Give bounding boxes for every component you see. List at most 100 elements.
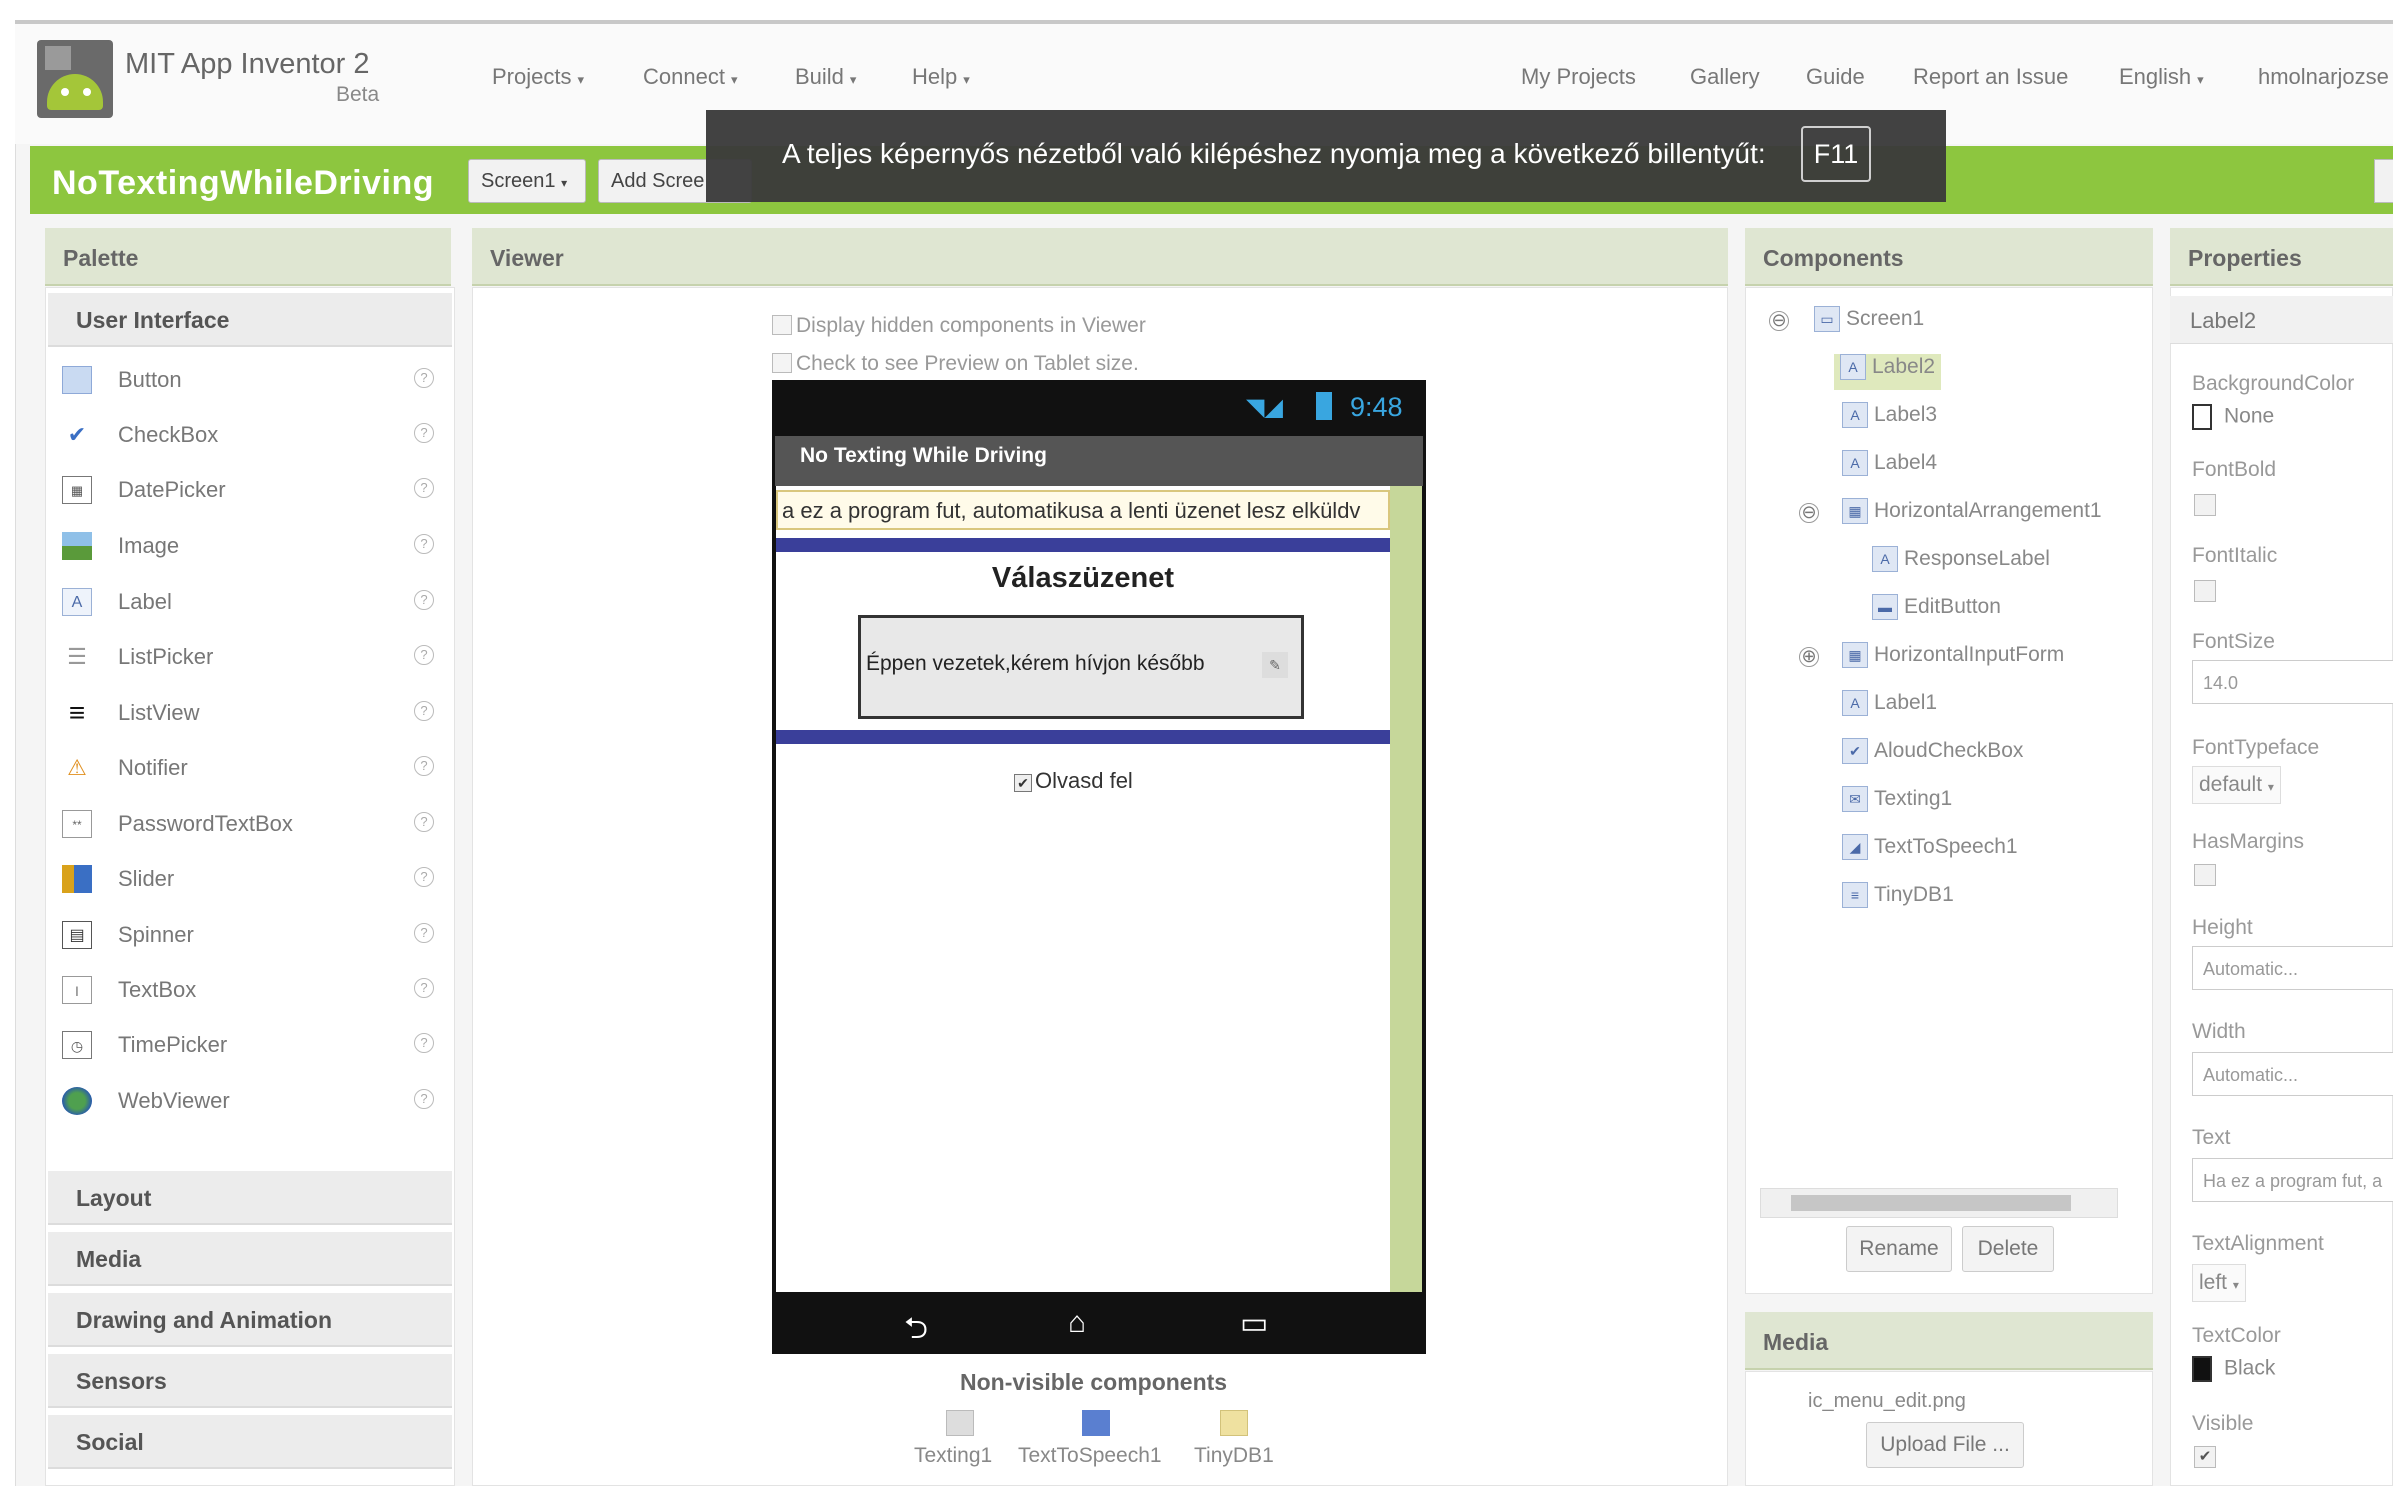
collapse-arrangement-icon[interactable]: ⊖: [1799, 503, 1819, 523]
prop-width-input[interactable]: Automatic...: [2192, 1052, 2393, 1096]
nonvisible-texting1[interactable]: Texting1: [914, 1444, 992, 1468]
palette-section-sensors[interactable]: Sensors: [48, 1354, 452, 1408]
expand-inputform-icon[interactable]: ⊕: [1799, 647, 1819, 667]
nav-my-projects[interactable]: My Projects: [1521, 64, 1636, 90]
display-hidden-checkbox[interactable]: Display hidden components in Viewer: [772, 314, 1146, 338]
tablet-preview-checkbox[interactable]: Check to see Preview on Tablet size.: [772, 352, 1139, 376]
app-inventor-logo-icon[interactable]: [37, 40, 113, 118]
tree-item-screen1[interactable]: ▭ Screen1: [1814, 306, 1924, 342]
palette-section-media[interactable]: Media: [48, 1232, 452, 1286]
phone-scroll-strip: [1390, 486, 1422, 1292]
prop-fontbold-label: FontBold: [2192, 458, 2277, 481]
palette-item-listview[interactable]: ≡ ListView ?: [48, 685, 452, 740]
help-icon[interactable]: ?: [414, 867, 434, 887]
nav-gallery[interactable]: Gallery: [1690, 64, 1760, 90]
upload-file-button[interactable]: Upload File ...: [1866, 1422, 2024, 1468]
prop-backgroundcolor-value[interactable]: None: [2192, 404, 2274, 430]
prop-visible-checkbox[interactable]: ✔: [2194, 1446, 2216, 1468]
tree-item-aloudcheckbox[interactable]: ✔ AloudCheckBox: [1842, 738, 2023, 774]
tree-item-horizontalarrangement1[interactable]: ▦ HorizontalArrangement1: [1842, 498, 2102, 534]
f11-key-badge: F11: [1801, 126, 1871, 182]
palette-item-timepicker[interactable]: ◷ TimePicker ?: [48, 1017, 452, 1072]
palette-section-layout[interactable]: Layout: [48, 1171, 452, 1225]
help-icon[interactable]: ?: [414, 368, 434, 388]
palette-section-user-interface[interactable]: User Interface: [48, 293, 452, 347]
tree-item-tinydb1[interactable]: ≡ TinyDB1: [1842, 882, 1954, 918]
help-icon[interactable]: ?: [414, 812, 434, 832]
tree-item-responselabel[interactable]: A ResponseLabel: [1872, 546, 2050, 582]
chevron-down-icon: ▾: [2232, 1278, 2239, 1292]
nav-language[interactable]: English ▾: [2119, 64, 2204, 90]
nav-user[interactable]: hmolnarjozse: [2258, 64, 2389, 90]
help-icon[interactable]: ?: [414, 756, 434, 776]
menu-connect[interactable]: Connect ▾: [643, 64, 737, 90]
nonvisible-tinydb1[interactable]: TinyDB1: [1194, 1444, 1274, 1468]
app-inventor-page: MIT App Inventor 2 Beta Projects ▾ Connec…: [0, 0, 2393, 1486]
components-horizontal-scrollbar[interactable]: [1760, 1188, 2118, 1218]
screen-select-dropdown[interactable]: Screen1 ▾: [468, 159, 586, 203]
prop-fonttypeface-dropdown[interactable]: default ▾: [2192, 766, 2281, 804]
aloud-checkbox-preview[interactable]: ✔ Olvasd fel: [1014, 768, 1133, 794]
prop-textalignment-dropdown[interactable]: left ▾: [2192, 1264, 2246, 1302]
palette-item-checkbox[interactable]: ✔ CheckBox ?: [48, 407, 452, 462]
prop-fontbold-checkbox[interactable]: [2194, 494, 2216, 516]
delete-button[interactable]: Delete: [1962, 1226, 2054, 1272]
palette-section-social[interactable]: Social: [48, 1415, 452, 1469]
collapse-screen1-icon[interactable]: ⊖: [1769, 311, 1789, 331]
tree-item-label2[interactable]: A Label2: [1834, 354, 1942, 390]
listview-icon: ≡: [68, 697, 86, 728]
media-file[interactable]: ic_menu_edit.png: [1808, 1390, 1966, 1413]
prop-textcolor-value[interactable]: Black: [2192, 1356, 2275, 1382]
fullscreen-toast-text: A teljes képernyős nézetből való kilépés…: [782, 138, 1766, 169]
nonvisible-texttospeech1[interactable]: TextToSpeech1: [1018, 1444, 1162, 1468]
palette-item-listpicker[interactable]: ☰ ListPicker ?: [48, 629, 452, 684]
palette-item-webviewer[interactable]: WebViewer ?: [48, 1073, 452, 1128]
palette-item-passwordtextbox[interactable]: ** PasswordTextBox ?: [48, 796, 452, 851]
tree-item-texting1[interactable]: ✉ Texting1: [1842, 786, 1952, 822]
rename-button[interactable]: Rename: [1846, 1226, 1952, 1272]
tree-item-texttospeech1[interactable]: ◢ TextToSpeech1: [1842, 834, 2018, 870]
toolbar-right-button[interactable]: [2374, 159, 2393, 203]
tree-item-editbutton[interactable]: ▬ EditButton: [1872, 594, 2001, 630]
tree-item-label4[interactable]: A Label4: [1842, 450, 1937, 486]
help-icon[interactable]: ?: [414, 423, 434, 443]
palette-item-datepicker[interactable]: ▦ DatePicker ?: [48, 462, 452, 517]
label-icon: A: [1842, 690, 1868, 716]
help-icon[interactable]: ?: [414, 923, 434, 943]
palette-item-slider[interactable]: Slider ?: [48, 851, 452, 906]
nav-report-issue[interactable]: Report an Issue: [1913, 64, 2068, 90]
prop-fontsize-input[interactable]: 14.0: [2192, 660, 2393, 704]
menu-build[interactable]: Build ▾: [795, 64, 856, 90]
label2-preview[interactable]: a ez a program fut, automatikusa a lenti…: [776, 490, 1390, 530]
prop-text-input[interactable]: Ha ez a program fut, a: [2192, 1158, 2393, 1202]
prop-fontitalic-checkbox[interactable]: [2194, 580, 2216, 602]
help-icon[interactable]: ?: [414, 590, 434, 610]
help-icon[interactable]: ?: [414, 645, 434, 665]
response-label-preview[interactable]: Válaszüzenet: [776, 562, 1390, 595]
palette-item-textbox[interactable]: I TextBox ?: [48, 962, 452, 1017]
palette-section-drawing-animation[interactable]: Drawing and Animation: [48, 1293, 452, 1347]
nav-guide[interactable]: Guide: [1806, 64, 1865, 90]
help-icon[interactable]: ?: [414, 1033, 434, 1053]
scrollbar-thumb[interactable]: [1791, 1195, 2071, 1211]
help-icon[interactable]: ?: [414, 978, 434, 998]
palette-item-label[interactable]: A Label ?: [48, 574, 452, 629]
edit-pencil-icon: ✎: [1262, 652, 1288, 678]
prop-height-input[interactable]: Automatic...: [2192, 946, 2393, 990]
menu-help[interactable]: Help ▾: [912, 64, 970, 90]
tree-item-label1[interactable]: A Label1: [1842, 690, 1937, 726]
timepicker-icon: ◷: [62, 1031, 92, 1059]
help-icon[interactable]: ?: [414, 1089, 434, 1109]
palette-item-spinner[interactable]: ▤ Spinner ?: [48, 907, 452, 962]
tree-item-label3[interactable]: A Label3: [1842, 402, 1937, 438]
help-icon[interactable]: ?: [414, 478, 434, 498]
palette-item-notifier[interactable]: ⚠ Notifier ?: [48, 740, 452, 795]
help-icon[interactable]: ?: [414, 534, 434, 554]
palette-header: Palette: [45, 228, 451, 286]
palette-item-image[interactable]: Image ?: [48, 518, 452, 573]
tree-item-horizontalinputform[interactable]: ▦ HorizontalInputForm: [1842, 642, 2064, 678]
palette-item-button[interactable]: Button ?: [48, 352, 452, 407]
menu-projects[interactable]: Projects ▾: [492, 64, 584, 90]
help-icon[interactable]: ?: [414, 701, 434, 721]
prop-hasmargins-checkbox[interactable]: [2194, 864, 2216, 886]
